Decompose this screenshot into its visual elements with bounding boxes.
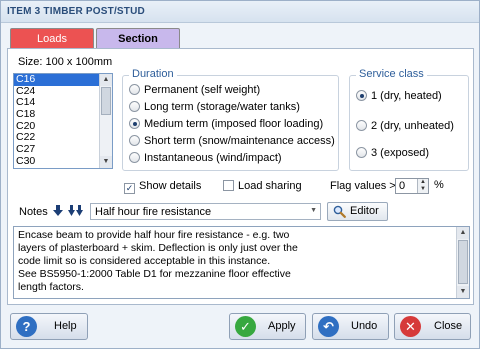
service-class-3-option[interactable]: 3 (exposed) [356,146,429,160]
dialog-window: ITEM 3 TIMBER POST/STUD Loads Section Si… [0,0,480,349]
notes-line: See BS5950-1:2000 Table D1 for mezzanine… [18,268,291,280]
spin-up-icon[interactable]: ▲ [418,179,428,186]
notes-textarea[interactable]: Encase beam to provide half hour fire re… [13,226,470,299]
radio-checked-icon[interactable] [129,118,140,129]
spinner-buttons[interactable]: ▲ ▼ [417,179,428,193]
tab-loads[interactable]: Loads [10,28,94,49]
notes-scrollbar[interactable]: ▲ ▼ [456,227,469,298]
grade-item[interactable]: C18 [14,108,99,121]
apply-button[interactable]: ✓ Apply [229,313,306,340]
notes-select[interactable]: Half hour fire resistance ▼ [90,203,321,220]
tab-section[interactable]: Section [96,28,180,49]
scroll-down-icon[interactable]: ▼ [100,156,112,168]
duration-permanent-option[interactable]: Permanent (self weight) [129,83,260,97]
help-label: Help [54,320,77,332]
checkmark-icon[interactable]: ✓ [124,183,135,194]
flag-values-value[interactable]: 0 [399,180,405,192]
duration-medium-term-option[interactable]: Medium term (imposed floor loading) [129,117,323,131]
window-title: ITEM 3 TIMBER POST/STUD [7,6,145,17]
notes-line: layers of plasterboard + skim. Deflectio… [18,242,298,254]
grade-item[interactable]: C30 [14,155,99,168]
load-sharing-checkbox[interactable]: Load sharing [223,179,302,193]
radio-icon[interactable] [129,84,140,95]
service-class-1-option[interactable]: 1 (dry, heated) [356,89,442,103]
grade-item[interactable]: C16 [14,74,99,86]
magnifier-icon [333,205,346,218]
duration-group: Duration Permanent (self weight) Long te… [122,68,339,171]
radio-icon[interactable] [129,101,140,112]
flag-values-label: Flag values > [330,180,396,192]
scroll-down-icon[interactable]: ▼ [457,286,469,298]
flag-values-spinner[interactable]: 0 ▲ ▼ [395,178,429,194]
scroll-up-icon[interactable]: ▲ [100,74,112,86]
grade-list-scrollbar[interactable]: ▲ ▼ [99,74,112,168]
scroll-thumb[interactable] [101,87,111,115]
notes-line: Encase beam to provide half hour fire re… [18,229,290,241]
radio-icon[interactable] [356,147,367,158]
editor-label: Editor [350,205,379,217]
close-icon: ✕ [400,316,421,337]
notes-selected-value: Half hour fire resistance [95,206,212,218]
duration-long-term-option[interactable]: Long term (storage/water tanks) [129,100,300,114]
scroll-thumb[interactable] [458,240,468,284]
editor-button[interactable]: Editor [327,202,388,221]
undo-button[interactable]: ↶ Undo [312,313,389,340]
notes-line: code limit so is considered acceptable i… [18,255,271,267]
double-arrow-down-icon[interactable] [68,204,83,219]
duration-instantaneous-option[interactable]: Instantaneous (wind/impact) [129,151,282,165]
show-details-checkbox[interactable]: ✓ Show details [124,179,201,194]
size-label: Size: 100 x 100mm [18,56,113,68]
title-bar: ITEM 3 TIMBER POST/STUD [1,1,479,23]
checkmark-icon: ✓ [235,316,256,337]
spin-down-icon[interactable]: ▼ [418,186,428,193]
close-button[interactable]: ✕ Close [394,313,471,340]
service-class-group: Service class 1 (dry, heated) 2 (dry, un… [349,68,469,171]
duration-short-term-option[interactable]: Short term (snow/maintenance access) [129,134,335,148]
scroll-up-icon[interactable]: ▲ [457,227,469,239]
help-button[interactable]: ? Help [10,313,88,340]
arrow-down-icon[interactable] [51,204,65,219]
notes-label: Notes [19,206,48,218]
radio-icon[interactable] [129,135,140,146]
chevron-down-icon[interactable]: ▼ [310,207,317,214]
checkbox-icon[interactable] [223,180,234,191]
apply-label: Apply [268,320,296,332]
radio-icon[interactable] [356,120,367,131]
service-class-2-option[interactable]: 2 (dry, unheated) [356,119,454,133]
close-label: Close [434,320,463,332]
radio-checked-icon[interactable] [356,90,367,101]
duration-label: Duration [129,68,177,80]
notes-line: length factors. [18,281,84,293]
grade-listbox[interactable]: C16 C24 C14 C18 C20 C22 C27 C30 ▲ ▼ [13,73,113,169]
radio-icon[interactable] [129,152,140,163]
undo-label: Undo [351,320,378,332]
undo-arrow-icon: ↶ [318,316,339,337]
help-icon: ? [16,316,37,337]
flag-values-unit: % [434,179,444,191]
service-class-label: Service class [356,68,427,80]
